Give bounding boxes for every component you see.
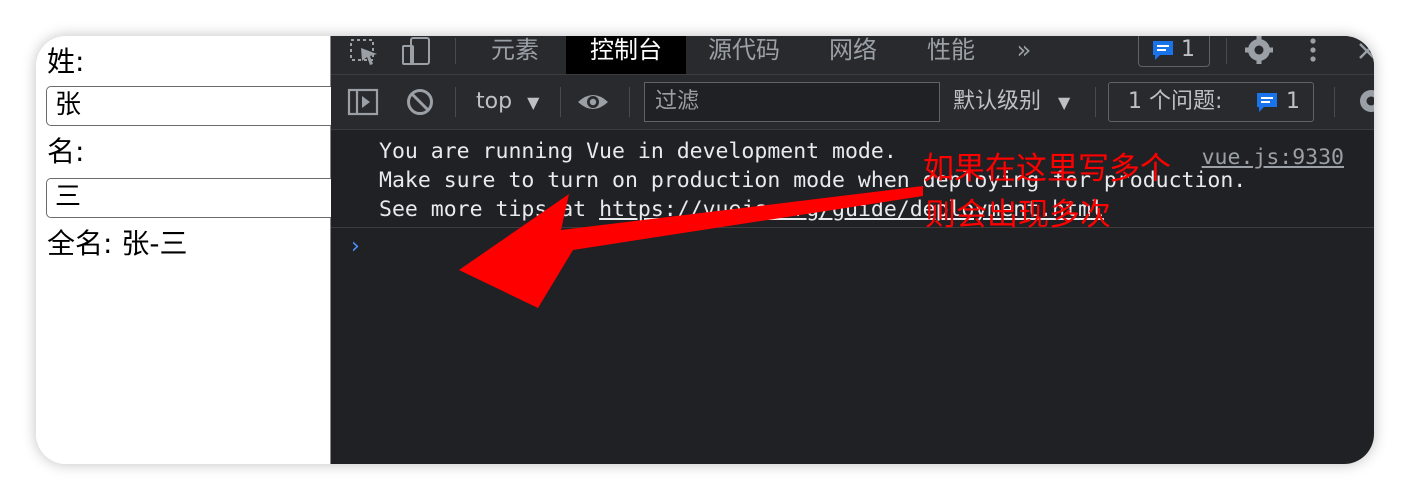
annotation-line-2: 则会出现多次 xyxy=(925,197,1111,233)
log-level-dropdown[interactable]: 默认级别 ▼ xyxy=(953,87,1070,118)
full-name-text: 全名: 张-三 xyxy=(47,227,188,260)
tab-network[interactable]: 网络 xyxy=(823,36,883,74)
toolbar-separator xyxy=(560,87,561,117)
filter-input[interactable]: 过滤 xyxy=(644,82,940,122)
console-toolbar: top ▼ 过滤 默认级别 ▼ 1 个问题: 1 xyxy=(331,75,1374,130)
message-icon xyxy=(1257,93,1277,112)
more-tabs-button[interactable]: » xyxy=(1009,36,1039,74)
gear-icon[interactable] xyxy=(1243,36,1275,66)
given-name-input[interactable]: 三 xyxy=(46,178,346,218)
toolbar-separator xyxy=(629,87,630,117)
inspect-element-icon[interactable] xyxy=(349,38,381,66)
tab-performance[interactable]: 性能 xyxy=(921,36,981,74)
issues-count: 1 xyxy=(1286,89,1300,114)
messages-count: 1 xyxy=(1181,37,1195,62)
context-selector-label: top xyxy=(476,89,513,114)
vue-app-page: 姓: 张 名: 三 全名: 张-三 xyxy=(36,36,346,464)
console-settings-gear-icon[interactable] xyxy=(1355,85,1374,117)
surname-input[interactable]: 张 xyxy=(46,86,346,126)
annotation-line-1: 如果在这里写多个 xyxy=(923,151,1171,187)
toolbar-separator xyxy=(455,87,456,117)
tab-separator xyxy=(1226,38,1227,64)
tab-separator xyxy=(455,38,456,64)
console-message-text: See more tips at xyxy=(379,197,600,222)
console-message-line-1: You are running Vue in development mode. xyxy=(379,139,897,164)
eye-icon[interactable] xyxy=(576,89,610,115)
caret-down-icon: ▼ xyxy=(527,93,540,112)
given-name-label: 名: xyxy=(47,135,85,168)
tab-console[interactable]: 控制台 xyxy=(566,36,686,74)
more-options-icon[interactable] xyxy=(1307,36,1319,66)
caret-down-icon: ▼ xyxy=(1058,93,1071,112)
message-separator xyxy=(331,227,1374,228)
issues-label: 1 个问题: xyxy=(1128,89,1223,114)
log-level-label: 默认级别 xyxy=(953,89,1042,114)
device-toolbar-icon[interactable] xyxy=(401,36,433,66)
tab-elements[interactable]: 元素 xyxy=(477,36,553,74)
tab-sources[interactable]: 源代码 xyxy=(699,36,789,74)
close-icon[interactable] xyxy=(1357,40,1374,64)
clear-console-icon[interactable] xyxy=(405,87,435,117)
console-prompt-icon[interactable]: › xyxy=(351,234,360,259)
issues-button[interactable]: 1 个问题: 1 xyxy=(1108,82,1314,122)
message-icon xyxy=(1153,41,1173,60)
devtools-panel: 元素 控制台 源代码 网络 性能 » 1 top ▼ 过滤 默认级别 ▼ 1 个… xyxy=(331,36,1374,464)
toolbar-separator xyxy=(1334,87,1335,117)
toolbar-separator xyxy=(1095,87,1096,117)
surname-label: 姓: xyxy=(47,45,85,78)
console-sidebar-icon[interactable] xyxy=(347,88,379,116)
messages-badge[interactable]: 1 xyxy=(1138,36,1210,67)
screenshot-frame: 姓: 张 名: 三 全名: 张-三 元素 控制台 源代码 网络 性能 » 1 t… xyxy=(36,36,1374,464)
devtools-tab-bar: 元素 控制台 源代码 网络 性能 » 1 xyxy=(331,36,1374,75)
context-selector[interactable]: top ▼ xyxy=(476,87,539,118)
